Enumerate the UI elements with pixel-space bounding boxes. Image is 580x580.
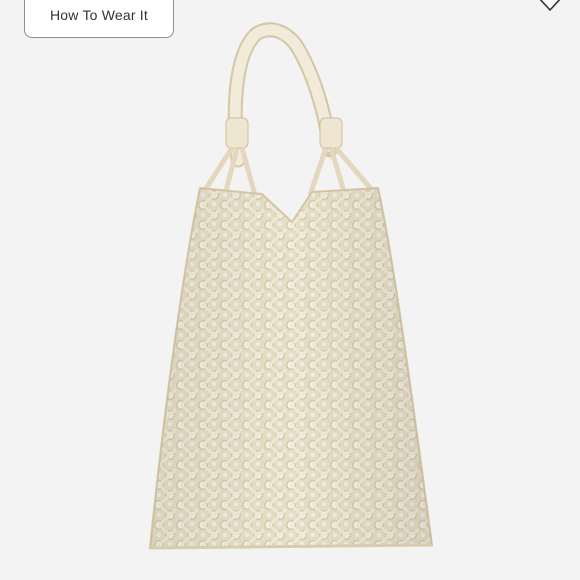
product-image [148,22,434,550]
heart-icon[interactable] [534,0,566,12]
how-to-wear-it-label: How To Wear It [50,7,148,23]
bag-handle [227,22,338,168]
handle-joint-left [225,117,249,149]
how-to-wear-it-button[interactable]: How To Wear It [24,0,174,38]
handle-joint-right [319,117,343,149]
bag-strands [202,146,374,196]
